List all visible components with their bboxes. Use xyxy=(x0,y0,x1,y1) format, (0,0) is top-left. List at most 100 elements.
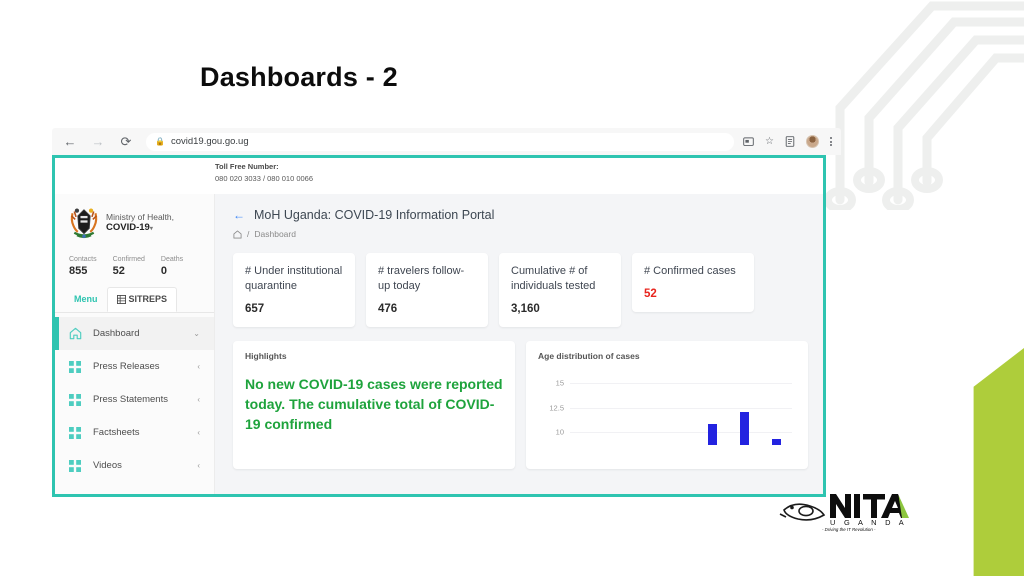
kpi-title: # travelers follow-up today xyxy=(378,265,465,293)
chart-bar[interactable] xyxy=(739,411,749,446)
age-distribution-panel: Age distribution of cases 15 12.5 10 xyxy=(526,341,808,470)
chevron-down-icon[interactable]: ▾ xyxy=(150,226,153,232)
sidebar-item-factsheets[interactable]: Factsheets ‹ xyxy=(55,416,214,449)
brand-line-1: Ministry of Health, xyxy=(106,211,175,222)
highlights-text: No new COVID-19 cases were reported toda… xyxy=(245,376,503,433)
toll-free-label: Toll Free Number: xyxy=(215,162,279,171)
moh-brand[interactable]: Ministry of Health, COVID-19▾ xyxy=(55,194,214,250)
chart-bar-slot xyxy=(570,373,602,445)
y-tick: 12.5 xyxy=(549,403,564,413)
breadcrumb-separator: / xyxy=(247,229,250,239)
kpi-value: 52 xyxy=(644,288,657,301)
kpi-card-quarantine[interactable]: # Under institutional quarantine 657 xyxy=(233,253,355,328)
tab-sitreps[interactable]: SITREPS xyxy=(106,287,178,312)
kpi-card-confirmed[interactable]: # Confirmed cases 52 xyxy=(632,253,754,313)
highlights-title: Highlights xyxy=(245,351,287,362)
slide-canvas: Dashboards - 2 ← → ⟳ 🔒 covid19.gou.go.ug… xyxy=(0,0,1024,576)
chart-bar-slot xyxy=(760,373,792,446)
lock-icon: 🔒 xyxy=(155,137,165,146)
chart-bars xyxy=(570,373,792,446)
content-header: ← MoH Uganda: COVID-19 Information Porta… xyxy=(215,194,823,239)
green-accent-block xyxy=(973,348,1024,576)
breadcrumb: / Dashboard xyxy=(233,229,823,239)
stat-deaths: Deaths 0 xyxy=(161,256,183,277)
grid-icon xyxy=(69,360,83,373)
kpi-value: 657 xyxy=(245,303,265,316)
sidebar-item-label: Videos xyxy=(93,460,122,471)
stat-contacts: Contacts 855 xyxy=(69,256,97,277)
portal-screenshot-frame: Toll Free Number: 080 020 3033 / 080 010… xyxy=(52,155,826,497)
stat-value: 855 xyxy=(69,265,88,277)
kpi-title: # Confirmed cases xyxy=(644,265,736,277)
chart-bar-slot xyxy=(697,373,729,446)
chevron-left-icon[interactable]: ‹ xyxy=(197,461,200,470)
sidebar-item-label: Dashboard xyxy=(93,328,140,339)
highlights-panel: Highlights No new COVID-19 cases were re… xyxy=(233,341,515,470)
kpi-value: 3,160 xyxy=(511,303,540,316)
chevron-down-icon[interactable]: ⌄ xyxy=(193,329,200,338)
kpi-value: 476 xyxy=(378,303,398,316)
chart-bar[interactable] xyxy=(771,439,781,446)
chevron-left-icon[interactable]: ‹ xyxy=(197,428,200,437)
sidebar-item-label: Factsheets xyxy=(93,427,140,438)
avatar-icon[interactable] xyxy=(806,135,819,148)
stat-value: 0 xyxy=(160,265,168,277)
circuit-trace-decoration xyxy=(824,1,1024,210)
kpi-title: Cumulative # of individuals tested xyxy=(511,265,596,293)
nita-mark-icon xyxy=(779,503,826,521)
reload-icon[interactable]: ⟳ xyxy=(116,132,136,152)
forward-arrow-icon[interactable]: → xyxy=(88,132,108,152)
kpi-card-travelers[interactable]: # travelers follow-up today 476 xyxy=(366,253,488,328)
chart-bar[interactable] xyxy=(708,423,718,446)
uganda-coat-of-arms-icon xyxy=(70,208,98,239)
y-tick: 15 xyxy=(555,378,564,388)
browser-toolbar: ← → ⟳ 🔒 covid19.gou.go.ug ☆ xyxy=(52,128,841,155)
sidebar-item-label: Press Statements xyxy=(93,394,168,405)
y-tick: 10 xyxy=(555,427,564,437)
home-icon xyxy=(69,327,83,340)
nita-wordmark xyxy=(830,494,908,518)
portal-content: ← MoH Uganda: COVID-19 Information Porta… xyxy=(215,194,823,494)
sidebar-item-dashboard[interactable]: Dashboard ⌄ xyxy=(55,317,214,350)
sidebar-item-label: Press Releases xyxy=(93,361,160,372)
kebab-menu-icon[interactable] xyxy=(830,137,832,146)
browser-action-icons: ☆ xyxy=(734,135,841,148)
grid-icon xyxy=(69,426,83,439)
tab-sitreps-label: SITREPS xyxy=(128,294,168,304)
portal-page-title-text: MoH Uganda: COVID-19 Information Portal xyxy=(254,208,495,222)
grid-icon xyxy=(69,393,83,406)
grid-icon xyxy=(69,459,83,472)
kpi-card-row: # Under institutional quarantine 657 # t… xyxy=(215,239,823,328)
sidebar-item-press-statements[interactable]: Press Statements ‹ xyxy=(55,383,214,416)
table-icon xyxy=(116,294,126,304)
address-bar[interactable]: 🔒 covid19.gou.go.ug xyxy=(146,132,735,151)
chart-title: Age distribution of cases xyxy=(538,351,640,362)
cast-icon[interactable] xyxy=(743,136,754,147)
page-title: Dashboards - 2 xyxy=(200,62,398,92)
star-icon[interactable]: ☆ xyxy=(765,136,774,147)
age-distribution-chart: 15 12.5 10 xyxy=(538,373,796,446)
chart-plot-area xyxy=(570,373,792,446)
back-arrow-icon[interactable]: ← xyxy=(233,208,245,222)
reader-mode-icon[interactable] xyxy=(785,136,795,147)
nita-country-text: U G A N D A xyxy=(830,518,907,527)
url-text: covid19.gou.go.ug xyxy=(170,136,249,147)
stat-label: Contacts xyxy=(69,256,97,263)
chevron-left-icon[interactable]: ‹ xyxy=(197,362,200,371)
brand-line-2: COVID-19▾ xyxy=(106,222,153,234)
breadcrumb-current[interactable]: Dashboard xyxy=(254,229,296,239)
panel-row: Highlights No new COVID-19 cases were re… xyxy=(215,327,823,470)
toll-free-bar: Toll Free Number: 080 020 3033 / 080 010… xyxy=(55,158,823,194)
chart-bar-slot xyxy=(633,373,665,445)
home-icon[interactable] xyxy=(233,229,242,239)
tab-menu[interactable]: Menu xyxy=(65,287,107,312)
sidebar-nav: Dashboard ⌄ Press Releases ‹ Press State… xyxy=(55,313,214,482)
back-arrow-icon[interactable]: ← xyxy=(60,132,80,152)
sidebar-item-press-releases[interactable]: Press Releases ‹ xyxy=(55,350,214,383)
sidebar-item-videos[interactable]: Videos ‹ xyxy=(55,449,214,482)
kpi-card-tested[interactable]: Cumulative # of individuals tested 3,160 xyxy=(499,253,621,328)
portal-page-title: ← MoH Uganda: COVID-19 Information Porta… xyxy=(233,208,823,222)
chevron-left-icon[interactable]: ‹ xyxy=(197,395,200,404)
stat-confirmed: Confirmed 52 xyxy=(113,256,145,277)
nita-tagline-text: - Driving the IT Revolution - xyxy=(822,527,876,532)
